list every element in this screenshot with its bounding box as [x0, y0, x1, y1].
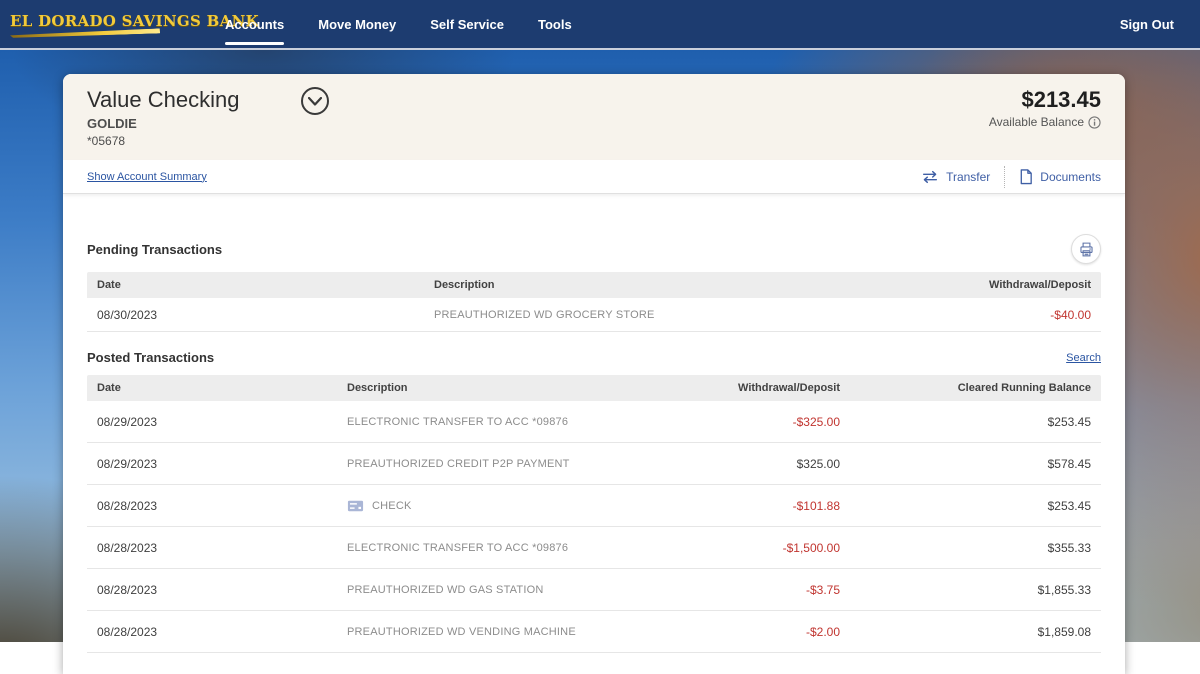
posted-transaction-row[interactable]: 08/28/2023 PREAUTHORIZED WD GAS STATION … — [87, 569, 1101, 611]
search-link[interactable]: Search — [1066, 352, 1101, 364]
action-divider — [1004, 166, 1005, 188]
document-icon — [1019, 169, 1033, 185]
nav-item[interactable]: Self Service — [430, 11, 504, 38]
pending-table-rows: 08/30/2023 PREAUTHORIZED WD GROCERY STOR… — [87, 298, 1101, 332]
show-account-summary-link[interactable]: Show Account Summary — [87, 171, 207, 183]
printer-icon — [1078, 241, 1095, 258]
account-name: Value Checking — [87, 87, 239, 113]
documents-button[interactable]: Documents — [1019, 169, 1101, 185]
pending-table-header: Date Description Withdrawal/Deposit — [87, 272, 1101, 298]
posted-table-rows: 08/29/2023 ELECTRONIC TRANSFER TO ACC *0… — [87, 401, 1101, 653]
account-selector-button[interactable] — [301, 87, 329, 115]
account-header: Value Checking GOLDIE *05678 $213.45 Ava… — [63, 74, 1125, 160]
account-nickname: GOLDIE — [87, 116, 239, 131]
nav-item[interactable]: Accounts — [225, 11, 284, 38]
account-number: *05678 — [87, 134, 239, 148]
pending-transactions-title: Pending Transactions — [87, 242, 222, 257]
account-action-bar: Show Account Summary Transfer Documents — [63, 160, 1125, 194]
posted-transaction-row[interactable]: 08/29/2023 PREAUTHORIZED CREDIT P2P PAYM… — [87, 443, 1101, 485]
print-button[interactable] — [1071, 234, 1101, 264]
check-paper-icon — [347, 500, 364, 512]
transfer-button[interactable]: Transfer — [921, 170, 990, 184]
bank-logo-text: EL DORADO SAVINGS BANK — [10, 12, 195, 30]
sign-out-link[interactable]: Sign Out — [1120, 17, 1174, 32]
available-balance-amount: $213.45 — [989, 87, 1101, 113]
available-balance-label: Available Balance — [989, 115, 1101, 129]
pending-transaction-row[interactable]: 08/30/2023 PREAUTHORIZED WD GROCERY STOR… — [87, 298, 1101, 332]
transfer-arrows-icon — [921, 170, 939, 184]
bank-logo[interactable]: EL DORADO SAVINGS BANK — [10, 12, 195, 36]
posted-transaction-row[interactable]: 08/28/2023 CHECK -$101.88 $253.45 — [87, 485, 1101, 527]
nav-item[interactable]: Tools — [538, 11, 572, 38]
posted-transaction-row[interactable]: 08/28/2023 ELECTRONIC TRANSFER TO ACC *0… — [87, 527, 1101, 569]
transactions-area: Pending Transactions Date Description Wi… — [63, 194, 1125, 653]
posted-table-header: Date Description Withdrawal/Deposit Clea… — [87, 375, 1101, 401]
chevron-down-icon — [308, 97, 322, 106]
account-panel: Value Checking GOLDIE *05678 $213.45 Ava… — [63, 74, 1125, 674]
nav-item[interactable]: Move Money — [318, 11, 396, 38]
posted-transaction-row[interactable]: 08/29/2023 ELECTRONIC TRANSFER TO ACC *0… — [87, 401, 1101, 443]
posted-transaction-row[interactable]: 08/28/2023 PREAUTHORIZED WD VENDING MACH… — [87, 611, 1101, 653]
info-icon[interactable] — [1088, 116, 1101, 129]
nav-links: Accounts Move Money Self Service Tools — [225, 11, 572, 38]
top-navigation: EL DORADO SAVINGS BANK Accounts Move Mon… — [0, 0, 1200, 50]
posted-transactions-title: Posted Transactions — [87, 350, 214, 365]
